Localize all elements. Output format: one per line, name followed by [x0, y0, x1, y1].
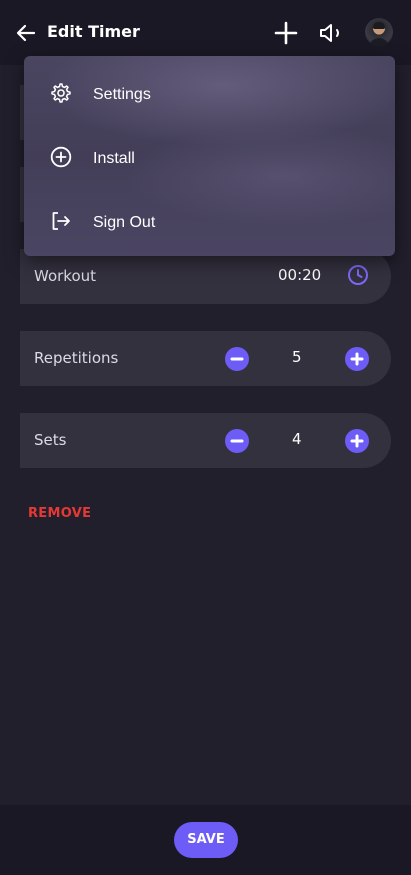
remove-button[interactable]: REMOVE — [28, 506, 91, 521]
menu-item-label: Sign Out — [93, 214, 156, 231]
sets-label: Sets — [34, 431, 67, 449]
sets-value: 4 — [292, 430, 302, 448]
repetitions-value: 5 — [292, 348, 302, 366]
footer-bar: SAVE — [0, 805, 411, 875]
back-arrow-icon[interactable] — [14, 22, 38, 44]
menu-item-label: Install — [93, 150, 135, 167]
gear-icon — [50, 82, 72, 104]
workout-label: Workout — [34, 267, 97, 285]
workout-row: Workout 00:20 — [20, 249, 391, 304]
menu-item-settings[interactable]: Settings — [24, 60, 395, 124]
increment-repetitions-button[interactable] — [345, 347, 369, 371]
plus-circle-icon — [50, 146, 72, 168]
clock-icon[interactable] — [347, 264, 369, 286]
workout-time[interactable]: 00:20 — [278, 266, 321, 284]
add-icon[interactable] — [274, 21, 298, 45]
menu-item-install[interactable]: Install — [24, 124, 395, 188]
sets-row: Sets 4 — [20, 413, 391, 468]
sign-out-icon — [50, 210, 72, 232]
menu-item-sign-out[interactable]: Sign Out — [24, 188, 395, 252]
repetitions-row: Repetitions 5 — [20, 331, 391, 386]
dropdown-menu: Settings Install Sign Out — [24, 56, 395, 256]
menu-item-label: Settings — [93, 86, 151, 103]
volume-icon[interactable] — [318, 22, 346, 44]
decrement-sets-button[interactable] — [225, 429, 249, 453]
save-button[interactable]: SAVE — [174, 822, 238, 858]
repetitions-label: Repetitions — [34, 349, 119, 367]
page-title: Edit Timer — [47, 22, 140, 41]
decrement-repetitions-button[interactable] — [225, 347, 249, 371]
avatar[interactable] — [365, 18, 393, 46]
increment-sets-button[interactable] — [345, 429, 369, 453]
